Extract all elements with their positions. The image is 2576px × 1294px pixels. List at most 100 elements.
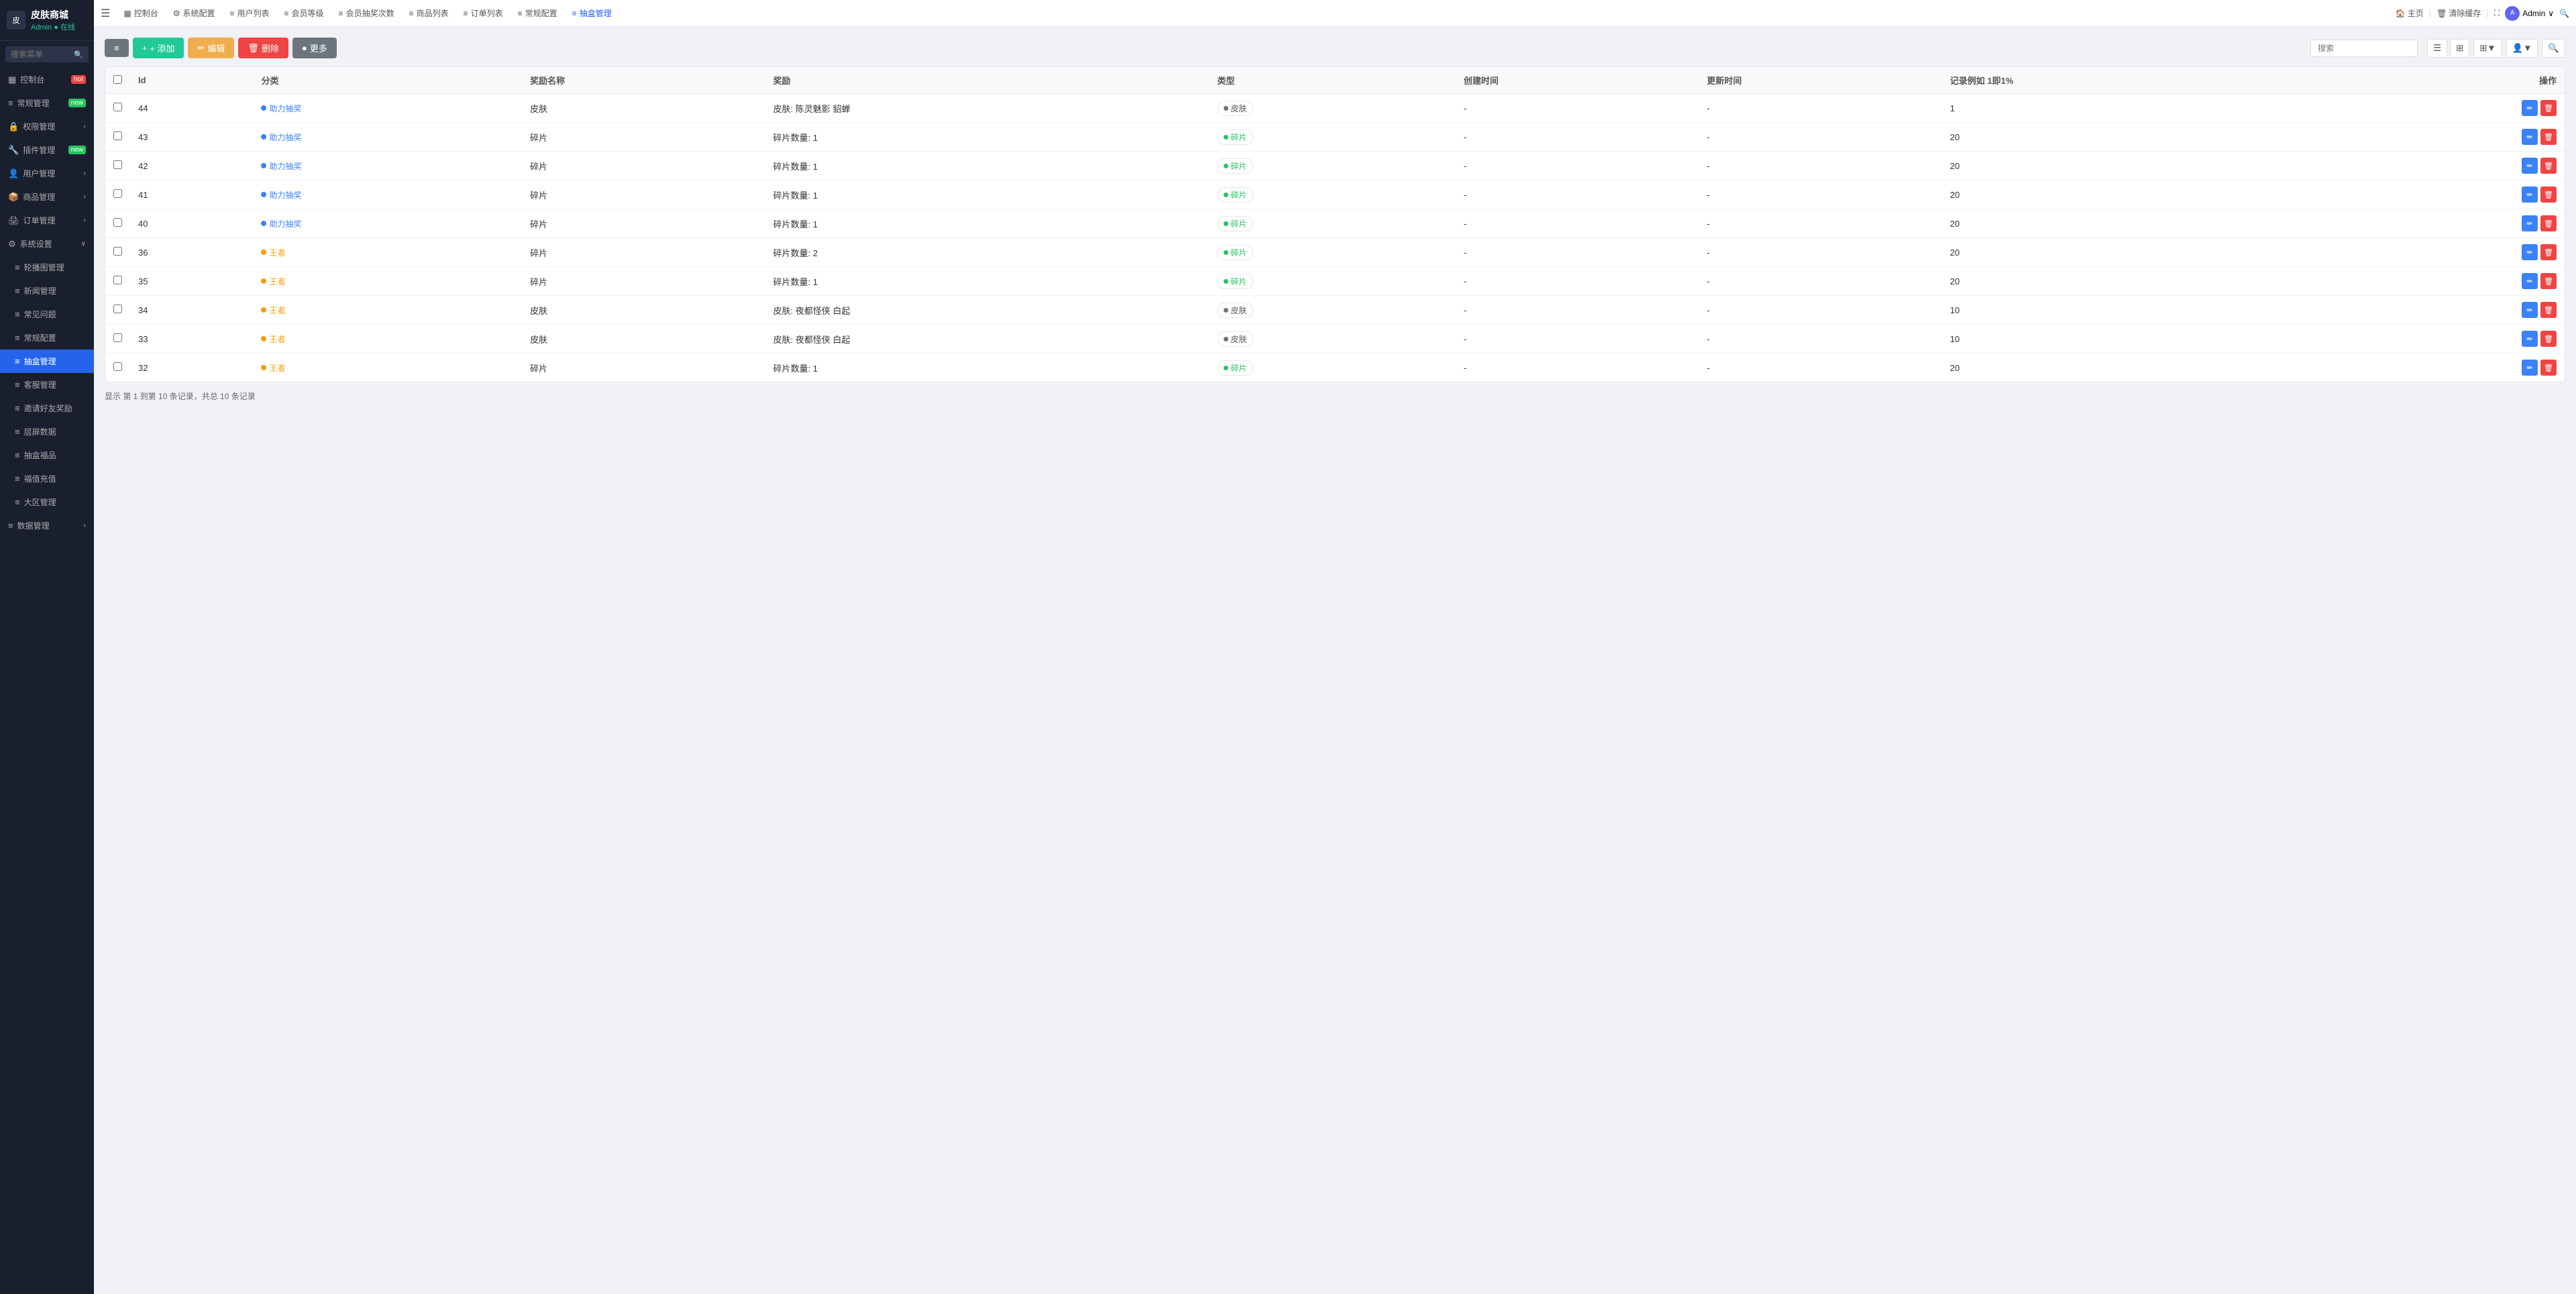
edit-row-button[interactable]: ✏ <box>2522 186 2538 203</box>
user-filter-btn[interactable]: 👤▼ <box>2506 39 2538 58</box>
topnav-sys-config[interactable]: ⚙ 系统配置 <box>166 5 222 21</box>
row-checkbox[interactable] <box>113 103 122 111</box>
row-category[interactable]: 助力抽奖 <box>253 123 522 152</box>
lottery-items-icon: ≡ <box>15 450 20 460</box>
add-button[interactable]: + + 添加 <box>133 38 184 58</box>
sidebar-item-user[interactable]: 👤 用户管理 ‹ <box>0 162 94 185</box>
delete-row-button[interactable]: 🗑 <box>2540 100 2557 116</box>
topnav-member-draws[interactable]: ≡ 会员抽奖次数 <box>332 5 401 21</box>
edit-row-button[interactable]: ✏ <box>2522 331 2538 347</box>
sidebar-item-dashboard[interactable]: ▦ 控制台 hot <box>0 68 94 91</box>
sidebar-item-lottery-items[interactable]: ≡ 抽盒福品 <box>0 443 94 467</box>
row-checkbox[interactable] <box>113 189 122 198</box>
row-checkbox[interactable] <box>113 218 122 227</box>
column-toggle-btn[interactable]: ⊞▼ <box>2473 39 2502 58</box>
select-all-checkbox[interactable] <box>113 75 122 84</box>
edit-row-button[interactable]: ✏ <box>2522 360 2538 376</box>
sidebar-item-customer[interactable]: ≡ 客服管理 <box>0 373 94 396</box>
row-checkbox[interactable] <box>113 333 122 342</box>
edit-row-button[interactable]: ✏ <box>2522 158 2538 174</box>
row-category[interactable]: 助力抽奖 <box>253 152 522 180</box>
topnav-product-list[interactable]: ≡ 商品列表 <box>402 5 455 21</box>
delete-row-button[interactable]: 🗑 <box>2540 273 2557 289</box>
row-category[interactable]: 助力抽奖 <box>253 94 522 123</box>
sidebar-item-system[interactable]: ⚙ 系统设置 ∨ <box>0 232 94 256</box>
sidebar-item-lottery[interactable]: ≡ 抽盒管理 <box>0 349 94 373</box>
topnav-lottery-mgmt[interactable]: ≡ 抽盒管理 <box>566 5 619 21</box>
row-checkbox[interactable] <box>113 247 122 256</box>
topnav-reg-icon: ≡ <box>518 9 523 18</box>
edit-row-button[interactable]: ✏ <box>2522 215 2538 231</box>
row-category[interactable]: 王者 <box>253 325 522 354</box>
delete-row-button[interactable]: 🗑 <box>2540 302 2557 318</box>
delete-button[interactable]: 🗑 删除 <box>238 38 288 58</box>
sidebar-item-regular[interactable]: ≡ 常规管理 new <box>0 91 94 115</box>
expand-arrow-icon2: ‹ <box>84 170 86 177</box>
sidebar-item-permission[interactable]: 🔒 权限管理 ‹ <box>0 115 94 138</box>
sidebar-item-news[interactable]: ≡ 新闻管理 <box>0 279 94 303</box>
permission-icon: 🔒 <box>8 121 19 132</box>
row-checkbox[interactable] <box>113 160 122 169</box>
topnav-member-level[interactable]: ≡ 会员等级 <box>278 5 331 21</box>
row-checkbox[interactable] <box>113 305 122 313</box>
sidebar-item-faq[interactable]: ≡ 常见问题 <box>0 303 94 326</box>
delete-row-button[interactable]: 🗑 <box>2540 215 2557 231</box>
clear-cache-link[interactable]: 🗑 清除缓存 <box>2436 7 2481 19</box>
row-checkbox[interactable] <box>113 131 122 140</box>
sidebar-item-label: 权限管理 <box>23 121 55 132</box>
sidebar-item-plugin[interactable]: 🔧 插件管理 new <box>0 138 94 162</box>
menu-toggle-icon[interactable]: ☰ <box>101 7 110 20</box>
sidebar-item-invite[interactable]: ≡ 邀请好友奖励 <box>0 396 94 420</box>
topnav-dashboard[interactable]: ▦ 控制台 <box>117 5 164 21</box>
edit-button[interactable]: ✏ 编辑 <box>188 38 234 58</box>
row-checkbox[interactable] <box>113 362 122 371</box>
sidebar-item-regular-config[interactable]: ≡ 常规配置 <box>0 326 94 349</box>
admin-info[interactable]: A Admin ∨ <box>2505 6 2554 21</box>
sidebar-item-order[interactable]: 🖨 订单管理 ‹ <box>0 209 94 232</box>
search-btn-top[interactable]: 🔍 <box>2559 9 2569 18</box>
topnav-user-list[interactable]: ≡ 用户列表 <box>223 5 276 21</box>
row-category[interactable]: 王者 <box>253 354 522 382</box>
delete-row-button[interactable]: 🗑 <box>2540 186 2557 203</box>
sidebar-search-box[interactable]: 🔍 <box>5 46 89 62</box>
row-category[interactable]: 王者 <box>253 238 522 267</box>
row-category[interactable]: 王者 <box>253 296 522 325</box>
fullscreen-btn[interactable]: ⛶ <box>2494 8 2500 18</box>
edit-row-button[interactable]: ✏ <box>2522 100 2538 116</box>
th-action: 操作 <box>2322 67 2565 94</box>
sidebar-search-input[interactable] <box>11 50 71 59</box>
topnav-regular-config[interactable]: ≡ 常规配置 <box>511 5 564 21</box>
grid-view-toggle[interactable]: ⊞ <box>2450 39 2469 58</box>
delete-row-button[interactable]: 🗑 <box>2540 244 2557 260</box>
expand-arrow-icon4: ‹ <box>84 217 86 224</box>
sidebar-item-product[interactable]: 📦 商品管理 ‹ <box>0 185 94 209</box>
sidebar-item-recharge[interactable]: ≡ 福值充值 <box>0 467 94 490</box>
row-category[interactable]: 王者 <box>253 267 522 296</box>
home-link[interactable]: 🏠 主页 <box>2396 7 2424 19</box>
edit-row-button[interactable]: ✏ <box>2522 273 2538 289</box>
sidebar-item-banner[interactable]: ≡ 轮播图管理 <box>0 256 94 279</box>
delete-row-button[interactable]: 🗑 <box>2540 129 2557 145</box>
edit-row-button[interactable]: ✏ <box>2522 244 2538 260</box>
search-action-icon: 🔍 <box>2548 43 2559 53</box>
search-input[interactable] <box>2310 40 2418 57</box>
delete-row-button[interactable]: 🗑 <box>2540 158 2557 174</box>
edit-row-button[interactable]: ✏ <box>2522 302 2538 318</box>
row-actions: ✏ 🗑 <box>2322 180 2565 209</box>
menu-btn[interactable]: ≡ <box>105 39 129 57</box>
topnav-label: 会员等级 <box>292 7 324 19</box>
delete-row-button[interactable]: 🗑 <box>2540 360 2557 376</box>
more-button[interactable]: ● 更多 <box>292 38 337 58</box>
search-action-btn[interactable]: 🔍 <box>2542 39 2565 58</box>
sidebar-item-data[interactable]: ≡ 数据管理 ‹ <box>0 514 94 537</box>
sidebar-item-region[interactable]: ≡ 大区管理 <box>0 490 94 514</box>
edit-row-button[interactable]: ✏ <box>2522 129 2538 145</box>
list-view-toggle[interactable]: ☰ <box>2427 39 2447 58</box>
sidebar-item-layer-data[interactable]: ≡ 层屏数据 <box>0 420 94 443</box>
topnav-order-list[interactable]: ≡ 订单列表 <box>457 5 510 21</box>
delete-row-button[interactable]: 🗑 <box>2540 331 2557 347</box>
table-row: 36 王者 碎片 碎片数量: 2 碎片 - - 20 ✏ <box>105 238 2565 267</box>
row-category[interactable]: 助力抽奖 <box>253 180 522 209</box>
row-checkbox[interactable] <box>113 276 122 284</box>
row-category[interactable]: 助力抽奖 <box>253 209 522 238</box>
